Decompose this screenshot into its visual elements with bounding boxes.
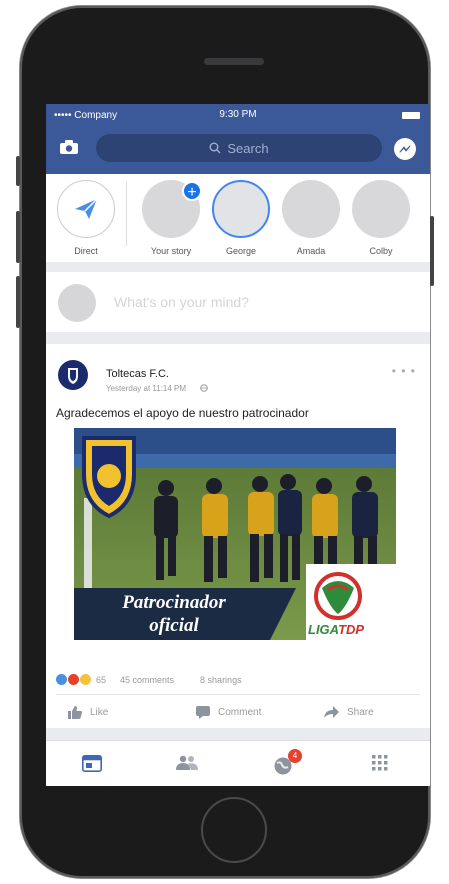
- direct-avatar: [57, 180, 115, 238]
- status-composer[interactable]: What's on your mind?: [46, 272, 430, 332]
- speaker: [204, 58, 264, 65]
- post-timestamp[interactable]: Yesterday at 11:14 PM: [106, 384, 186, 393]
- page-avatar[interactable]: [58, 360, 88, 390]
- banner-line2: oficial: [149, 615, 199, 636]
- league-logo-tdp: TDP: [338, 622, 364, 637]
- top-bar: ••••• Company 9:30 PM Search: [46, 104, 430, 174]
- league-logo-liga: LIGA: [308, 622, 339, 637]
- stories-tray: Direct Your story + George Amada Colby: [46, 174, 430, 262]
- comment-icon: [196, 706, 210, 719]
- like-button[interactable]: Like: [68, 706, 108, 719]
- club-crest: [82, 436, 136, 519]
- actions-divider: [56, 694, 420, 695]
- volume-up-button: [16, 211, 20, 263]
- comment-button[interactable]: Comment: [196, 706, 261, 719]
- power-button: [430, 216, 434, 286]
- love-reaction-icon: [68, 674, 79, 685]
- story-colby[interactable]: Colby: [349, 180, 413, 256]
- story-label: Direct: [74, 246, 98, 256]
- search-icon: [209, 142, 221, 154]
- feed-post: Toltecas F.C. Yesterday at 11:14 PM • • …: [46, 344, 430, 728]
- share-icon: [324, 706, 339, 718]
- globe-icon: [200, 384, 209, 392]
- tab-menu[interactable]: [372, 755, 388, 776]
- story-label: Your story: [150, 246, 192, 256]
- story-direct[interactable]: Direct: [54, 180, 118, 256]
- banner-line1: Patrocinador: [121, 592, 226, 613]
- menu-grid-icon: [372, 755, 388, 771]
- home-button[interactable]: [201, 797, 267, 863]
- tab-news-feed[interactable]: [82, 755, 102, 777]
- post-image[interactable]: Patrocinador oficial LIGATDP: [74, 428, 396, 640]
- notification-badge: 4: [288, 749, 302, 763]
- thumbs-up-icon: [68, 706, 82, 719]
- share-button[interactable]: Share: [324, 706, 374, 718]
- reactions-summary[interactable]: 65 45 comments 8 sharings: [56, 674, 242, 685]
- add-story-icon[interactable]: +: [182, 181, 202, 201]
- comment-label: Comment: [218, 707, 262, 718]
- status-bar: ••••• Company 9:30 PM: [46, 108, 430, 124]
- story-label: Amada: [296, 246, 326, 256]
- story-avatar: [212, 180, 270, 238]
- camera-icon[interactable]: [60, 140, 78, 154]
- volume-down-button: [16, 276, 20, 328]
- stories-divider: [126, 182, 127, 246]
- story-george[interactable]: George: [209, 180, 273, 256]
- battery-icon: [402, 112, 420, 119]
- league-logo: LIGATDP: [306, 564, 396, 640]
- shares-count[interactable]: 8 sharings: [200, 675, 242, 685]
- search-placeholder: Search: [227, 140, 269, 156]
- story-label: George: [225, 246, 257, 256]
- like-reaction-icon: [56, 674, 67, 685]
- post-meta: Yesterday at 11:14 PM: [106, 384, 209, 393]
- search-input[interactable]: Search: [96, 134, 382, 162]
- share-label: Share: [347, 706, 374, 718]
- sponsor-photo: Patrocinador oficial LIGATDP: [74, 428, 396, 640]
- clock: 9:30 PM: [219, 109, 257, 120]
- story-avatar: [282, 180, 340, 238]
- svg-text:LIGATDP: LIGATDP: [308, 622, 364, 637]
- send-icon: [75, 198, 98, 219]
- user-avatar: [58, 284, 96, 322]
- reaction-count: 65: [96, 674, 107, 685]
- story-label: Colby: [369, 246, 393, 256]
- post-text: Agradecemos el apoyo de nuestro patrocin…: [56, 406, 309, 420]
- story-amada[interactable]: Amada: [279, 180, 343, 256]
- app-screen: ••••• Company 9:30 PM Search Direct Your…: [46, 104, 430, 786]
- mute-switch: [16, 156, 20, 186]
- more-options-icon[interactable]: • • •: [392, 364, 416, 378]
- messenger-icon[interactable]: [394, 138, 416, 160]
- post-author[interactable]: Toltecas F.C.: [106, 368, 169, 380]
- tab-friends[interactable]: [176, 755, 198, 776]
- tab-notifications[interactable]: 4: [272, 749, 302, 780]
- comments-count[interactable]: 45 comments: [120, 675, 174, 685]
- friends-icon: [176, 755, 198, 770]
- story-avatar: [352, 180, 410, 238]
- composer-prompt: What's on your mind?: [114, 294, 249, 310]
- bottom-tab-bar: 4: [46, 740, 430, 786]
- news-feed-icon: [82, 755, 102, 772]
- like-label: Like: [90, 707, 109, 718]
- wow-reaction-icon: [80, 674, 91, 685]
